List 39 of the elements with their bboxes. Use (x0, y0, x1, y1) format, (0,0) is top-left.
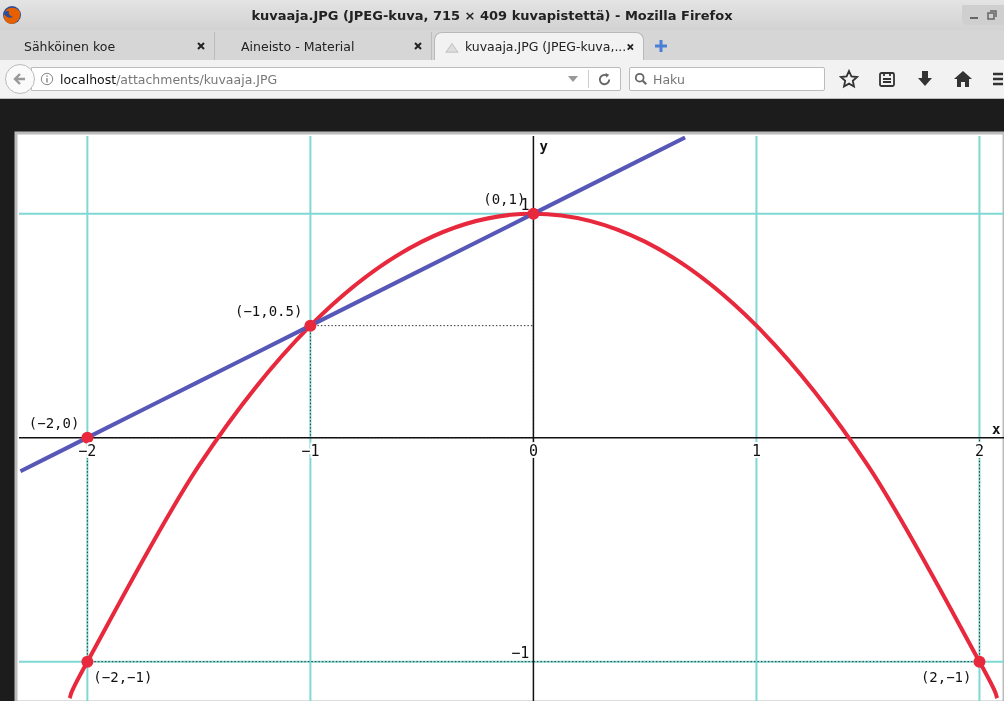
home-icon[interactable] (953, 69, 973, 89)
axis-label: x (992, 420, 1001, 437)
info-icon[interactable] (40, 72, 54, 86)
url-text: localhost/attachments/kuvaaja.JPG (60, 71, 279, 87)
point-label: (−2,0) (28, 414, 80, 431)
data-point (973, 655, 986, 668)
new-tab-icon[interactable] (654, 39, 668, 53)
tab-title: Aineisto - Material (241, 38, 356, 54)
restore-icon[interactable] (986, 9, 998, 21)
dropdown-caret-icon[interactable] (568, 76, 578, 82)
close-icon[interactable] (196, 41, 206, 51)
point-label: (−2,−1) (93, 668, 153, 685)
browser-tab[interactable]: kuvaaja.JPG (JPEG-kuva,... (434, 32, 644, 60)
back-arrow-icon (12, 71, 28, 87)
close-icon[interactable] (626, 41, 635, 52)
data-point (81, 431, 94, 444)
tick-label: 1 (751, 441, 761, 460)
tick-label: −2 (78, 441, 97, 460)
point-label: (2,−1) (920, 668, 972, 685)
reload-icon[interactable] (597, 71, 612, 87)
tick-label: −1 (301, 441, 320, 460)
back-button[interactable] (5, 64, 35, 94)
tick-label: −1 (511, 643, 530, 662)
data-point (527, 207, 540, 220)
point-label: (−1,0.5) (234, 302, 303, 319)
tab-title: Sähköinen koe (24, 38, 117, 54)
bookmark-star-icon[interactable] (839, 69, 859, 89)
tab-title: kuvaaja.JPG (JPEG-kuva,... (464, 39, 627, 54)
search-field[interactable]: Haku (629, 67, 825, 91)
axis-label: y (539, 138, 548, 154)
firefox-logo-icon (2, 5, 22, 25)
window-title: kuvaaja.JPG (JPEG-kuva, 715 × 409 kuvapistettä) - Mozilla Firefox (250, 7, 734, 23)
reading-list-icon[interactable] (877, 69, 897, 89)
data-point (81, 655, 94, 668)
search-icon (634, 72, 648, 86)
tick-label: 2 (974, 441, 984, 460)
close-icon[interactable] (413, 41, 423, 51)
address-field[interactable]: localhost/attachments/kuvaaja.JPG (31, 67, 621, 91)
data-point (304, 319, 317, 332)
